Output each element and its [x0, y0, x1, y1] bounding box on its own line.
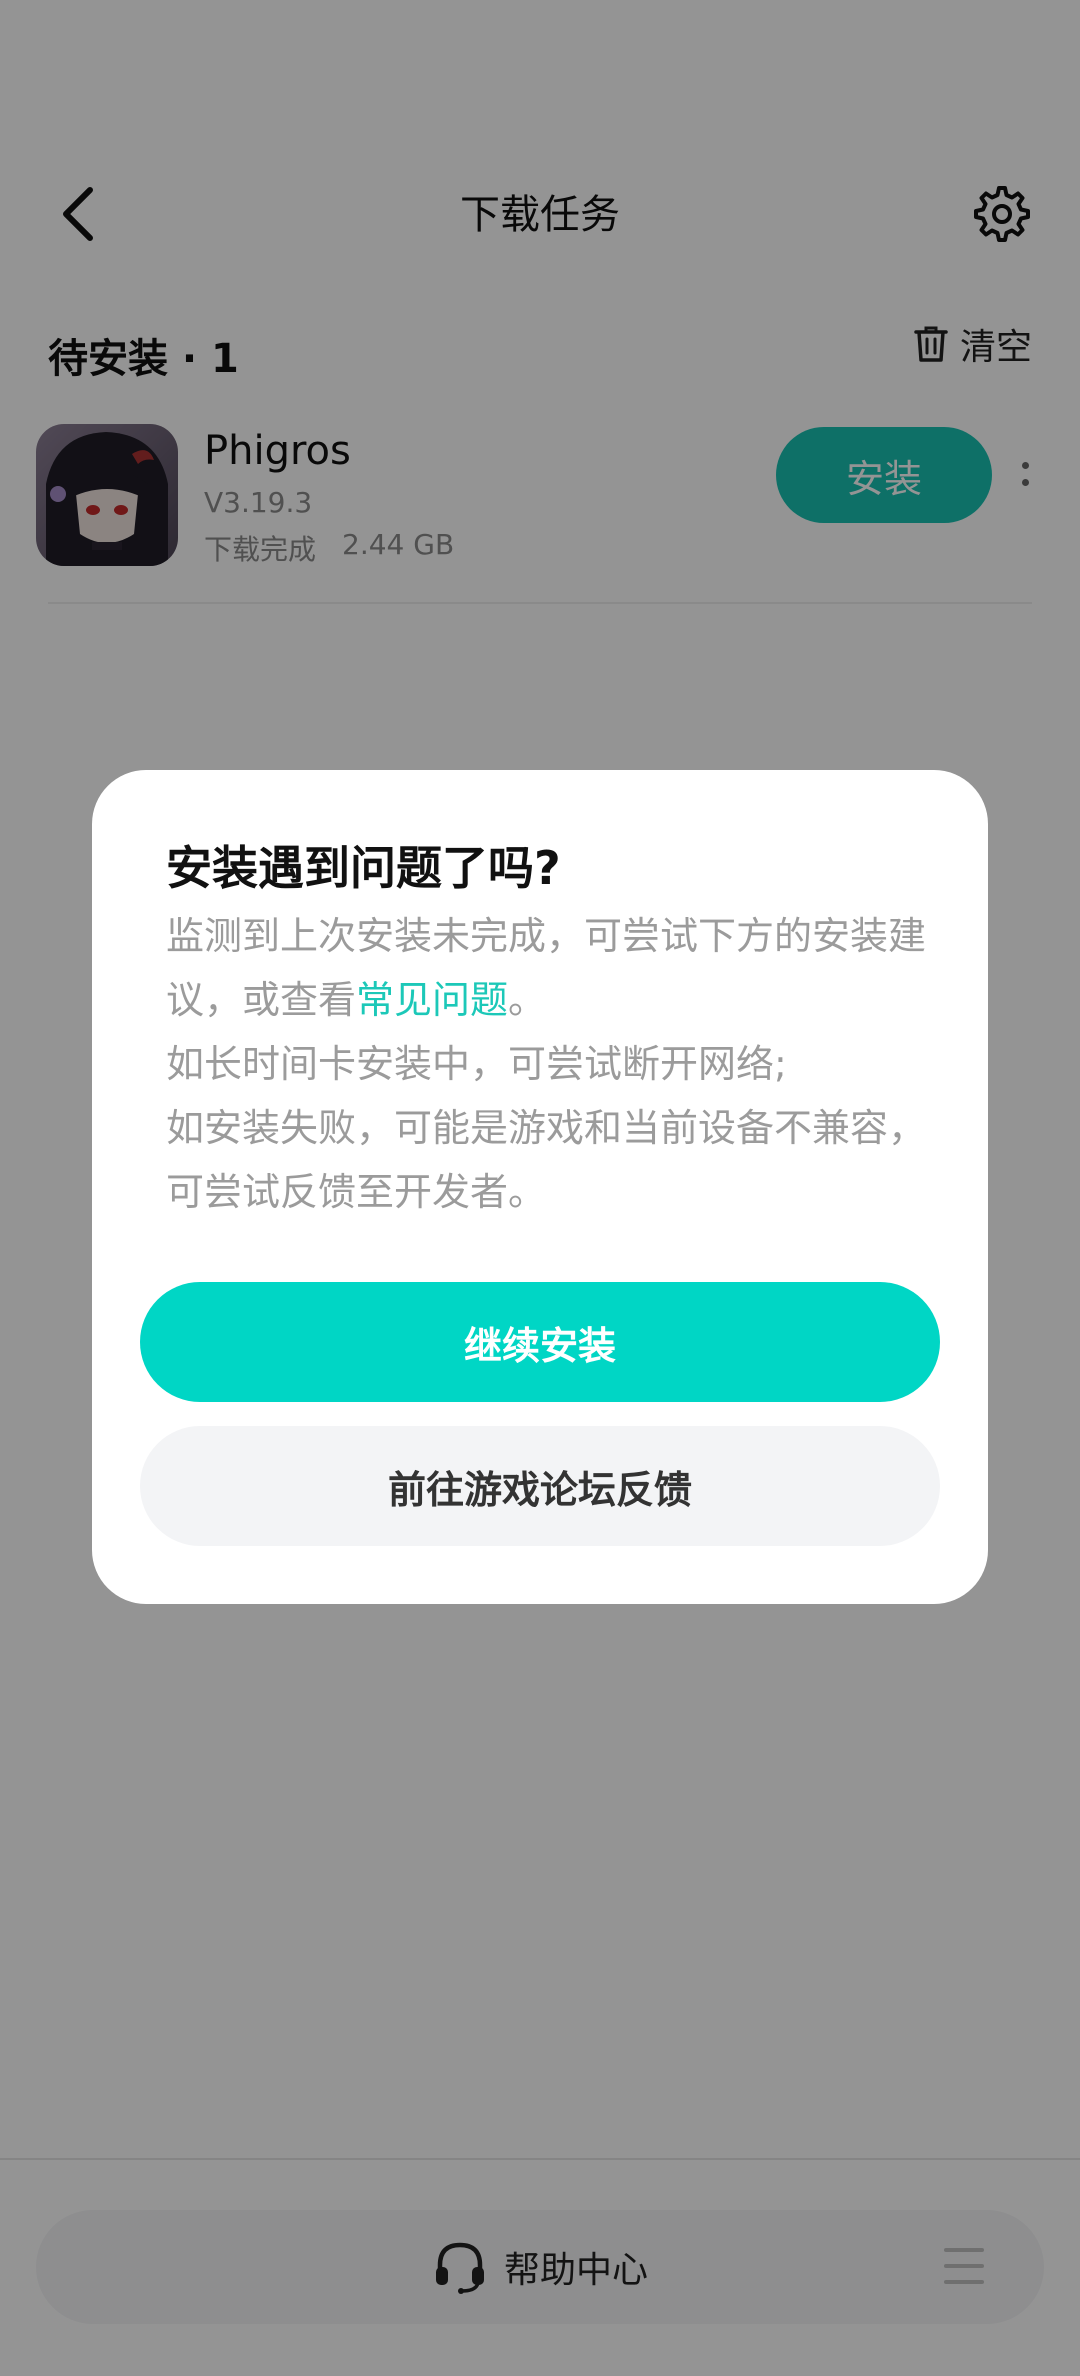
download-tasks-screen: 22:58 5G 80 下载任务 待安装 · 1 清空 Phigros V3.1… — [0, 0, 1080, 2376]
dialog-text-1-end: 。 — [508, 978, 547, 1022]
dialog-message: 监测到上次安装未完成，可尝试下方的安装建议，或查看常见问题。 如长时间卡安装中，… — [166, 904, 926, 1224]
continue-install-button[interactable]: 继续安装 — [140, 1282, 940, 1402]
install-problem-dialog: 安装遇到问题了吗? 监测到上次安装未完成，可尝试下方的安装建议，或查看常见问题。… — [92, 770, 988, 1604]
dialog-message-line-3: 如安装失败，可能是游戏和当前设备不兼容，可尝试反馈至开发者。 — [166, 1106, 927, 1214]
dialog-title: 安装遇到问题了吗? — [166, 841, 561, 895]
dialog-message-line-1: 监测到上次安装未完成，可尝试下方的安装建议，或查看常见问题。 — [166, 904, 926, 1032]
forum-feedback-button[interactable]: 前往游戏论坛反馈 — [140, 1426, 940, 1546]
dialog-message-line-2: 如长时间卡安装中，可尝试断开网络; — [166, 1042, 787, 1086]
faq-link[interactable]: 常见问题 — [356, 978, 508, 1022]
